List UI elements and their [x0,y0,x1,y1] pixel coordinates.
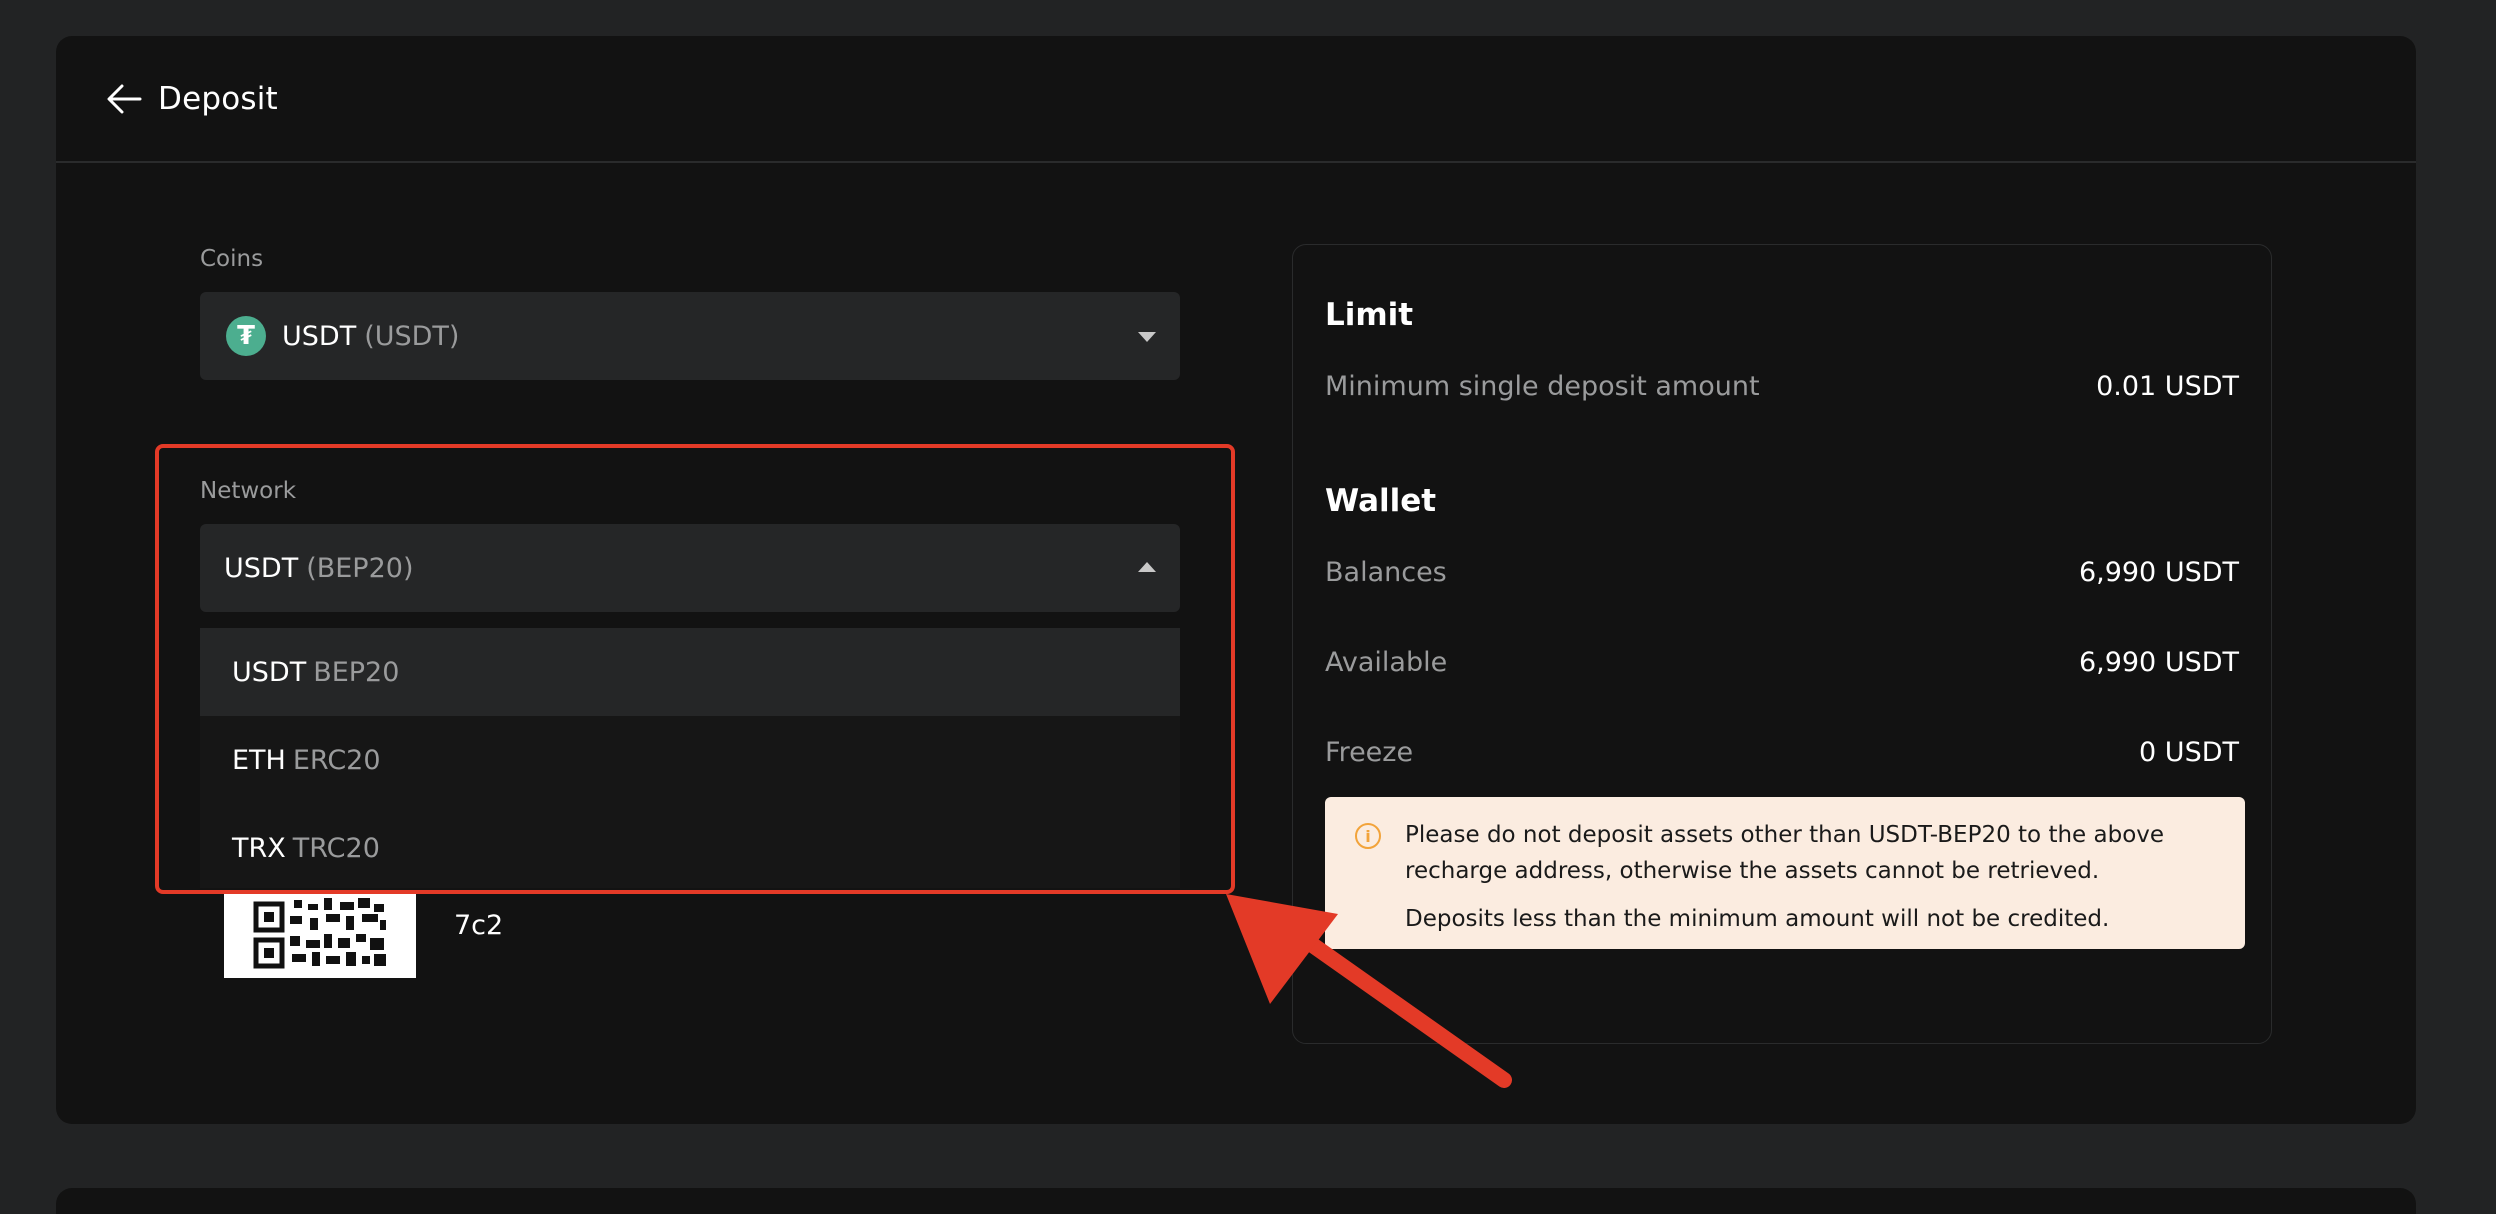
chevron-down-icon [1138,332,1156,342]
network-select[interactable]: USDT (BEP20) [200,524,1180,612]
option-coin: ETH [232,744,286,776]
balances-label: Balances [1325,557,1447,588]
coin-select-code: (USDT) [364,320,460,352]
limit-title: Limit [1325,297,1414,333]
chevron-up-icon [1138,562,1156,572]
freeze-value: 0 USDT [2139,737,2239,768]
option-coin: TRX [232,832,286,864]
balances-row: Balances 6,990 USDT [1325,557,2239,588]
back-button[interactable]: Deposit [104,79,278,119]
notice-line-2: Deposits less than the minimum amount wi… [1405,906,2110,932]
option-coin: USDT [232,656,307,688]
option-network: BEP20 [313,656,400,688]
option-network: ERC20 [292,744,381,776]
network-label: Network [200,478,297,504]
network-select-code: (BEP20) [306,552,414,584]
min-deposit-label: Minimum single deposit amount [1325,371,1760,402]
limit-min-row: Minimum single deposit amount 0.01 USDT [1325,371,2239,402]
network-option-trx-trc20[interactable]: TRX TRC20 [200,804,1180,888]
arrow-left-icon [107,84,142,113]
qr-pattern-icon [253,898,386,969]
info-icon: i [1355,823,1381,849]
notice-line-1: Please do not deposit assets other than … [1405,822,2165,884]
freeze-row: Freeze 0 USDT [1325,737,2239,768]
secondary-panel [56,1188,2416,1214]
available-row: Available 6,990 USDT [1325,647,2239,678]
deposit-qr-code [224,894,416,978]
option-network: TRC20 [292,832,380,864]
coins-label: Coins [200,246,264,272]
available-value: 6,990 USDT [2078,647,2239,678]
available-label: Available [1325,647,1448,678]
coin-select-value: USDT [282,320,357,352]
network-dropdown: USDT BEP20 ETH ERC20 TRX TRC20 [200,628,1180,888]
network-option-eth-erc20[interactable]: ETH ERC20 [200,716,1180,804]
deposit-notice: i Please do not deposit assets other tha… [1325,797,2245,949]
network-select-value: USDT [224,552,299,584]
info-card: Limit Minimum single deposit amount 0.01… [1292,244,2272,1044]
network-option-usdt-bep20[interactable]: USDT BEP20 [200,628,1180,716]
wallet-title: Wallet [1325,483,1437,519]
page-header: Deposit [56,36,2416,163]
balances-value: 6,990 USDT [2078,557,2239,588]
freeze-label: Freeze [1325,737,1414,768]
usdt-logo-icon: ₮ [226,316,266,356]
coin-select[interactable]: ₮ USDT (USDT) [200,292,1180,380]
page-title: Deposit [158,80,278,117]
min-deposit-value: 0.01 USDT [2096,371,2239,402]
deposit-address-text[interactable]: 7c2 [454,910,503,941]
